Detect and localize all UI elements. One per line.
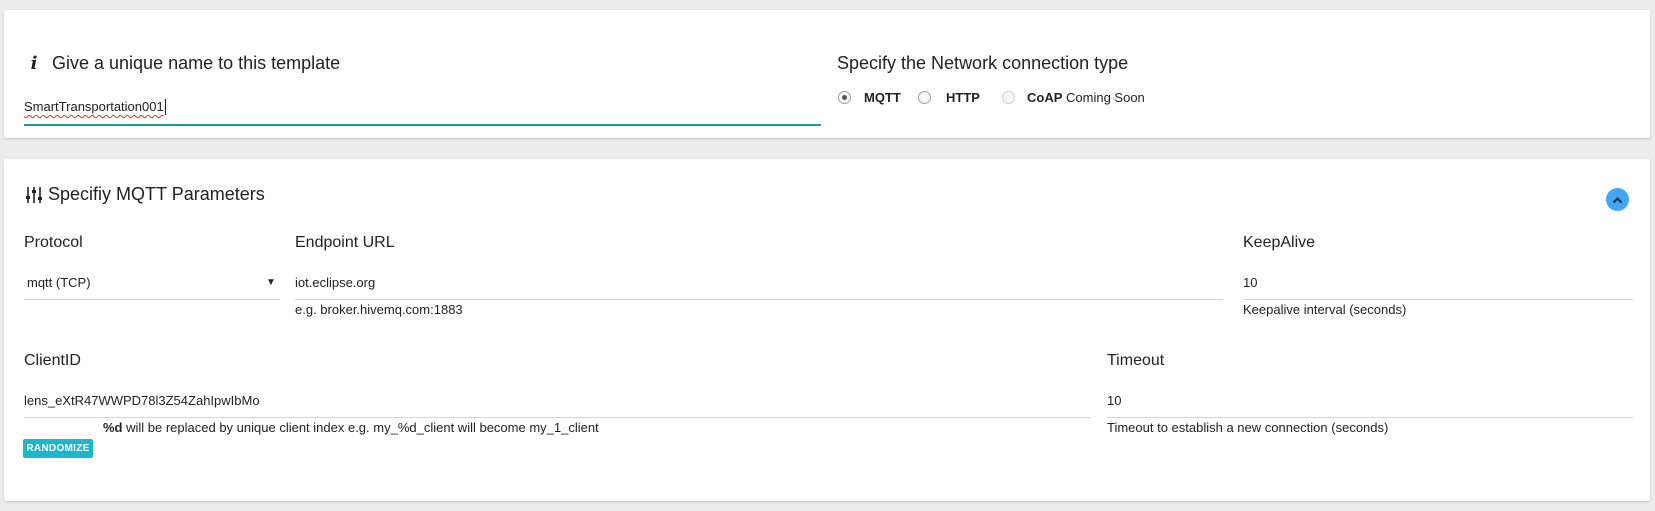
text-caret (165, 99, 166, 115)
endpoint-input[interactable]: iot.eclipse.org (295, 275, 1223, 291)
sliders-icon (26, 187, 42, 203)
timeout-label: Timeout (1107, 352, 1165, 369)
protocol-select[interactable]: mqtt (TCP) ▼ (24, 273, 280, 297)
randomize-button[interactable]: RANDOMIZE (23, 439, 93, 458)
clientid-input[interactable]: lens_eXtR47WWPD78l3Z54ZahIpwIbMo (24, 393, 1091, 409)
radio-mqtt[interactable] (838, 91, 851, 104)
timeout-input[interactable]: 10 (1107, 393, 1633, 409)
endpoint-label: Endpoint URL (295, 234, 395, 251)
timeout-helper: Timeout to establish a new connection (s… (1107, 420, 1389, 435)
mqtt-parameters-heading: Specifiy MQTT Parameters (48, 184, 265, 204)
clientid-helper: %d will be replaced by unique client ind… (103, 420, 599, 436)
info-icon: i (30, 53, 38, 74)
timeout-underline (1107, 417, 1633, 418)
clientid-underline (24, 417, 1091, 418)
radio-http[interactable] (918, 91, 931, 104)
keepalive-helper: Keepalive interval (seconds) (1243, 302, 1407, 317)
dropdown-arrow-icon: ▼ (266, 277, 276, 288)
radio-coap (1002, 91, 1015, 104)
clientid-label: ClientID (24, 352, 81, 369)
protocol-label: Protocol (24, 234, 83, 251)
clientid-helper-text: will be replaced by unique client index … (122, 420, 599, 435)
coming-soon-text: Coming Soon (1066, 90, 1145, 105)
network-type-heading: Specify the Network connection type (837, 53, 1129, 73)
radio-http-label[interactable]: HTTP (946, 90, 980, 106)
endpoint-underline (295, 299, 1223, 300)
mqtt-parameters-card: Specifiy MQTT Parameters Protocol mqtt (… (4, 159, 1650, 501)
keepalive-underline (1243, 299, 1633, 300)
keepalive-input[interactable]: 10 (1243, 275, 1633, 291)
radio-coap-label: CoAP Coming Soon (1027, 90, 1145, 105)
chevron-up-icon (1612, 196, 1623, 203)
template-settings-card: i Give a unique name to this template Sm… (4, 10, 1650, 138)
template-name-heading: Give a unique name to this template (52, 53, 341, 73)
endpoint-helper: e.g. broker.hivemq.com:1883 (295, 302, 463, 317)
radio-mqtt-label[interactable]: MQTT (864, 90, 901, 106)
template-name-value[interactable]: SmartTransportation001 (24, 98, 164, 116)
protocol-value: mqtt (TCP) (27, 275, 91, 290)
collapse-button[interactable] (1606, 188, 1629, 211)
keepalive-label: KeepAlive (1243, 234, 1316, 251)
clientid-helper-placeholder: %d (103, 420, 123, 435)
protocol-underline (24, 299, 280, 300)
